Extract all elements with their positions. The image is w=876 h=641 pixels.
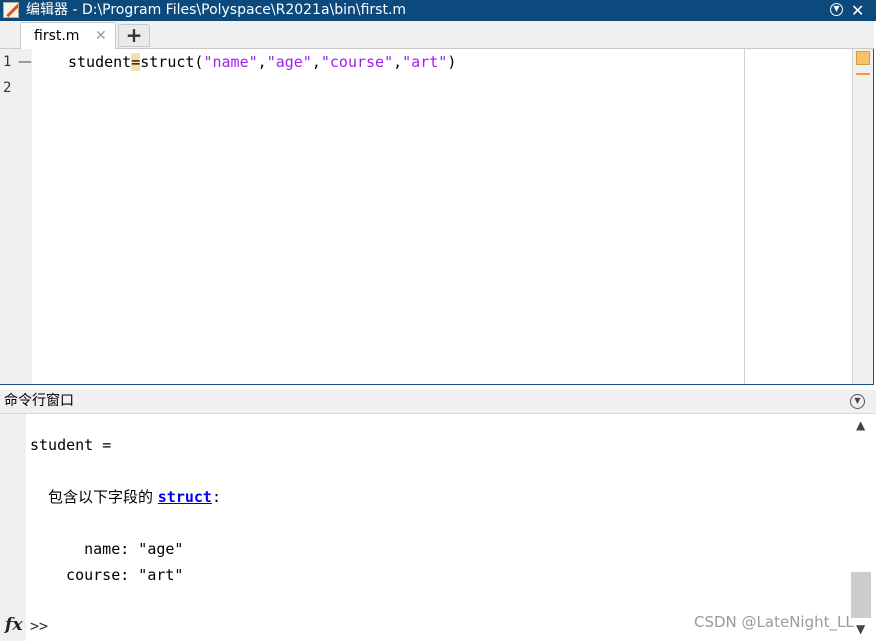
output-text: 包含以下字段的	[48, 488, 158, 506]
code-function: struct(	[140, 53, 204, 71]
code-line-1[interactable]: student=struct("name","age","course","ar…	[68, 53, 456, 71]
scroll-down-icon[interactable]: ▼	[856, 622, 865, 636]
new-tab-button[interactable]: +	[118, 24, 150, 47]
scroll-thumb[interactable]	[851, 572, 871, 618]
code-comma: ,	[257, 53, 267, 71]
output-field: course: "art"	[48, 566, 184, 584]
code-paren: )	[447, 53, 457, 71]
line-number: 2	[3, 80, 12, 96]
tab-close-icon[interactable]: ✕	[95, 27, 107, 45]
code-string: "age"	[266, 53, 312, 71]
title-bar: 编辑器 - D:\Program Files\Polyspace\R2021a\…	[0, 0, 876, 21]
editor-scrollbar[interactable]	[852, 49, 873, 384]
output-field: name: "age"	[48, 540, 184, 558]
editor-pen-icon	[3, 2, 19, 18]
tab-first-m[interactable]: first.m ✕	[20, 22, 116, 49]
command-window-scrollbar[interactable]: ▲ ▼	[850, 414, 874, 641]
struct-doc-link[interactable]: struct	[158, 488, 212, 506]
window-title: 编辑器 - D:\Program Files\Polyspace\R2021a\…	[26, 2, 407, 18]
command-window-output[interactable]	[26, 414, 850, 641]
command-window-margin	[0, 414, 26, 641]
function-browser-icon[interactable]: fx	[5, 615, 22, 635]
code-editor[interactable]	[32, 49, 744, 384]
line-number-gutter	[0, 49, 32, 384]
close-icon[interactable]: ✕	[851, 0, 864, 21]
right-margin-line	[744, 49, 745, 384]
code-analyzer-warning-marker[interactable]	[856, 73, 870, 75]
code-string: "name"	[203, 53, 258, 71]
output-line: 包含以下字段的 struct:	[48, 488, 221, 506]
circle-chevron-down-icon[interactable]: ▼	[850, 394, 865, 409]
command-prompt[interactable]: >>	[30, 617, 48, 635]
code-string: "art"	[402, 53, 448, 71]
scroll-up-icon[interactable]: ▲	[856, 418, 865, 432]
code-variable: student	[68, 53, 132, 71]
line-number: 1	[3, 54, 12, 70]
breakpoint-marker[interactable]: —	[18, 53, 32, 71]
code-string: "course"	[320, 53, 394, 71]
circle-chevron-down-icon[interactable]: ▼	[830, 3, 843, 16]
tab-label: first.m	[34, 28, 80, 44]
code-comma: ,	[393, 53, 403, 71]
code-comma: ,	[311, 53, 321, 71]
watermark: CSDN @LateNight_LL	[694, 613, 854, 631]
text-cursor: =	[131, 53, 141, 71]
command-window-header: 命令行窗口 ▼	[0, 390, 876, 414]
code-analyzer-status-icon[interactable]	[856, 51, 870, 65]
output-line: student =	[30, 436, 112, 454]
command-window-title: 命令行窗口	[4, 393, 74, 409]
tab-bar: first.m ✕ +	[0, 21, 874, 49]
output-text: :	[211, 488, 221, 506]
